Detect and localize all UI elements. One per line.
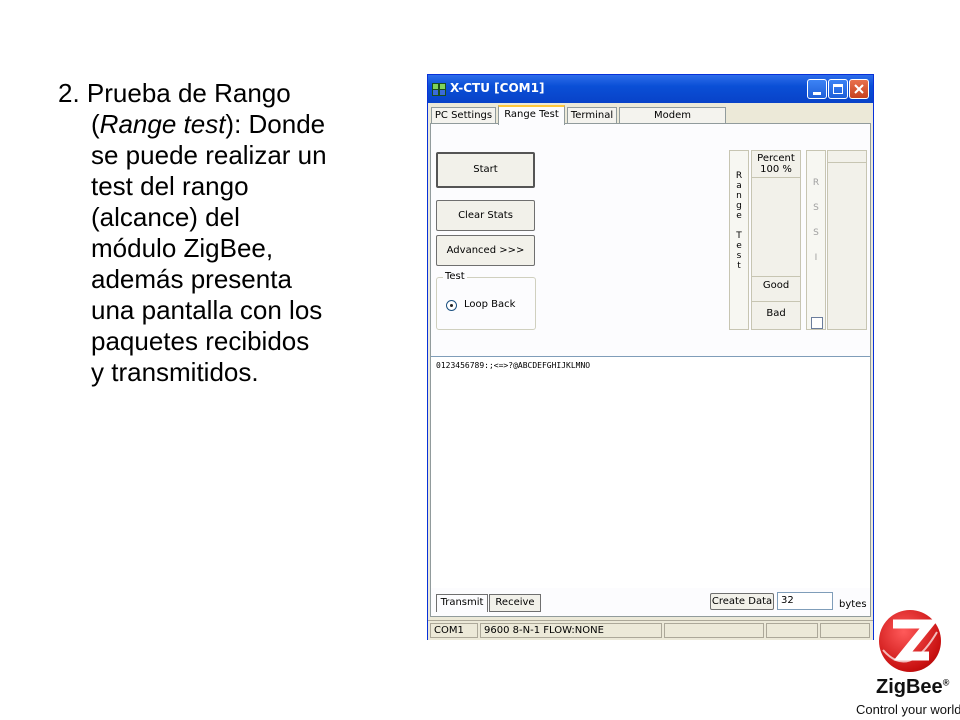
minimize-icon xyxy=(813,92,821,95)
text-line: se puede realizar un xyxy=(91,140,327,170)
text-line: una pantalla con los xyxy=(91,295,323,325)
test-group: Test Loop Back xyxy=(436,271,536,330)
rssi-letter: I xyxy=(814,253,818,263)
title-bar[interactable]: X-CTU [COM1] xyxy=(428,75,873,103)
text-fragment: ): Donde xyxy=(225,109,326,139)
percent-label: Percent xyxy=(757,153,795,164)
rssi-letter: R xyxy=(812,178,820,188)
window-title: X-CTU [COM1] xyxy=(450,81,545,95)
range-test-vertical-label: Range Test xyxy=(729,150,749,330)
logo-tagline: Control your world xyxy=(856,702,960,717)
minimize-button[interactable] xyxy=(807,79,827,99)
rssi-meter xyxy=(827,150,867,330)
status-bar: COM1 9600 8-N-1 FLOW:NONE xyxy=(428,620,873,640)
zigbee-logo: ZigBee® Control your world xyxy=(852,606,960,720)
status-cell xyxy=(664,623,764,638)
text-line: (Range test): Donde xyxy=(58,109,398,140)
clear-stats-button[interactable]: Clear Stats xyxy=(436,200,535,231)
tab-modem-configuration[interactable]: Modem Configuration xyxy=(619,107,726,136)
status-settings: 9600 8-N-1 FLOW:NONE xyxy=(480,623,662,638)
range-test-letter: e xyxy=(736,241,742,251)
text-line: módulo ZigBee, xyxy=(91,233,274,263)
text-line: paquetes recibidos xyxy=(91,326,310,356)
advanced-button[interactable]: Advanced >>> xyxy=(436,235,535,266)
text-line: 2. Prueba de Rango xyxy=(58,78,291,108)
loop-back-radio[interactable] xyxy=(446,300,457,311)
receive-tab[interactable]: Receive xyxy=(489,594,541,612)
range-test-letter: s xyxy=(736,251,742,261)
logo-name-text: ZigBee xyxy=(876,676,943,698)
range-test-letter: R xyxy=(735,171,743,181)
range-test-panel: Start Clear Stats Advanced >>> Test Loop… xyxy=(430,123,871,617)
good-label: Good xyxy=(762,280,790,291)
close-button[interactable] xyxy=(849,79,869,99)
range-test-letter: n xyxy=(736,191,742,201)
bytes-input[interactable]: 32 xyxy=(777,592,833,610)
maximize-icon xyxy=(833,84,843,94)
logo-wordmark: ZigBee® xyxy=(876,676,949,699)
tab-terminal[interactable]: Terminal xyxy=(567,107,617,124)
data-text: 0123456789:;<=>?@ABCDEFGHIJKLMNO xyxy=(436,361,591,370)
italic-term: Range test xyxy=(99,109,226,139)
range-test-letter: g xyxy=(736,201,742,211)
slide-body-text: 2. Prueba de Rango (Range test): Donde s… xyxy=(58,78,398,388)
range-test-letter: a xyxy=(736,181,742,191)
close-icon xyxy=(854,84,864,94)
text-line: test del rango xyxy=(91,171,249,201)
bad-label: Bad xyxy=(766,308,786,319)
app-icon xyxy=(432,83,446,96)
rssi-letter: S xyxy=(813,228,819,238)
data-text-area[interactable]: 0123456789:;<=>?@ABCDEFGHIJKLMNO xyxy=(431,356,870,588)
transmit-tab[interactable]: Transmit xyxy=(436,594,488,612)
tab-pc-settings[interactable]: PC Settings xyxy=(431,107,496,124)
status-port: COM1 xyxy=(430,623,478,638)
start-button[interactable]: Start xyxy=(436,152,535,188)
rssi-vertical-label: R S S I xyxy=(806,150,826,330)
text-fragment: ( xyxy=(91,109,100,139)
percent-meter: Percent 100 % Good Bad xyxy=(751,150,801,330)
status-cell xyxy=(766,623,818,638)
text-line: y transmitidos. xyxy=(91,357,259,387)
range-test-letter: e xyxy=(736,211,742,221)
logo-z-icon xyxy=(882,619,939,663)
xctu-window: X-CTU [COM1] PC Settings Range Test Term… xyxy=(427,74,874,640)
text-line: además presenta xyxy=(91,264,292,294)
maximize-button[interactable] xyxy=(828,79,848,99)
percent-value: 100 % xyxy=(760,164,792,175)
test-group-legend: Test xyxy=(443,271,467,282)
tab-range-test[interactable]: Range Test xyxy=(498,105,565,125)
radio-selected-dot xyxy=(450,304,453,307)
registered-mark: ® xyxy=(942,677,950,688)
text-line: (alcance) del xyxy=(91,202,240,232)
create-data-button[interactable]: Create Data xyxy=(710,593,774,610)
rssi-checkbox[interactable] xyxy=(811,317,823,329)
range-test-letter: t xyxy=(737,261,741,271)
range-test-letter xyxy=(730,221,748,231)
rssi-letter: S xyxy=(813,203,819,213)
loop-back-label: Loop Back xyxy=(464,299,516,310)
range-test-letter: T xyxy=(736,231,742,241)
